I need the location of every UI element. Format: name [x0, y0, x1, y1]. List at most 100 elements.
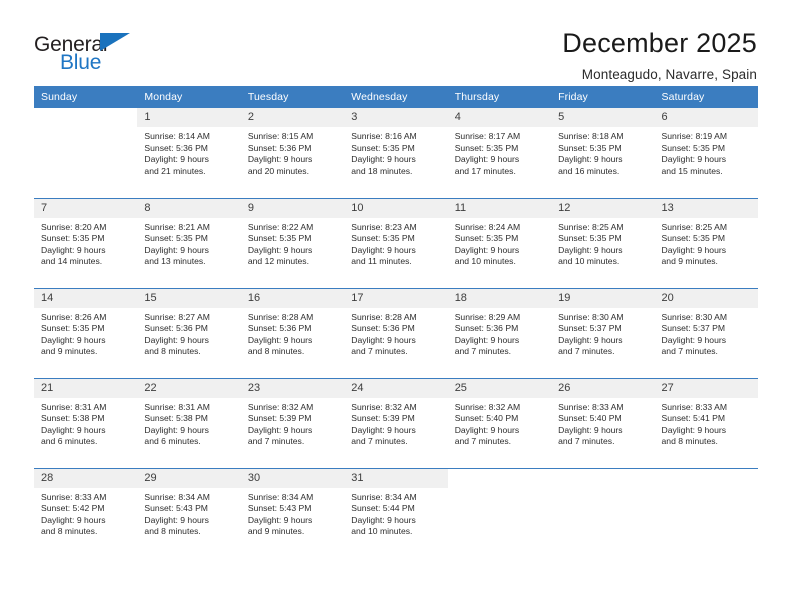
calendar-cell-day[interactable]: 28 Sunrise: 8:33 AM Sunset: 5:42 PM Dayli…	[34, 467, 138, 558]
day-number: 21	[34, 378, 138, 398]
day-number: 4	[447, 108, 552, 127]
page-title: December 2025	[562, 28, 757, 58]
logo-text-blue: Blue	[60, 51, 102, 74]
calendar-cell-day[interactable]: 3 Sunrise: 8:16 AM Sunset: 5:35 PM Daylig…	[344, 108, 448, 198]
calendar-cell-day[interactable]: 17 Sunrise: 8:28 AM Sunset: 5:36 PM Dayli…	[344, 287, 448, 378]
day-number: 24	[344, 378, 448, 398]
calendar-cell-day[interactable]: 31 Sunrise: 8:34 AM Sunset: 5:44 PM Dayli…	[344, 467, 448, 558]
calendar-cell-day[interactable]: 2 Sunrise: 8:15 AM Sunset: 5:36 PM Daylig…	[240, 108, 345, 198]
calendar-cell-day[interactable]: 7 Sunrise: 8:20 AM Sunset: 5:35 PM Daylig…	[34, 197, 138, 288]
day-sun-info: Sunrise: 8:32 AM Sunset: 5:39 PM Dayligh…	[351, 401, 417, 447]
calendar-cell-day[interactable]: 14 Sunrise: 8:26 AM Sunset: 5:35 PM Dayli…	[34, 287, 138, 378]
day-number: 13	[654, 198, 758, 218]
day-number: 9	[240, 198, 345, 218]
day-sun-info: Sunrise: 8:18 AM Sunset: 5:35 PM Dayligh…	[558, 131, 624, 176]
calendar-week-row: 28 Sunrise: 8:33 AM Sunset: 5:42 PM Dayli…	[34, 467, 758, 558]
day-number: 17	[344, 288, 448, 308]
calendar-week-row: 7 Sunrise: 8:20 AM Sunset: 5:35 PM Daylig…	[34, 197, 758, 288]
day-sun-info: Sunrise: 8:17 AM Sunset: 5:35 PM Dayligh…	[454, 131, 521, 176]
day-number: 26	[551, 378, 655, 398]
title-block: December 2025 Monteagudo, Navarre, Spain	[562, 28, 757, 82]
day-sun-info: Sunrise: 8:29 AM Sunset: 5:36 PM Dayligh…	[454, 311, 521, 357]
calendar-cell-day[interactable]: 5 Sunrise: 8:18 AM Sunset: 5:35 PM Daylig…	[551, 108, 655, 198]
page-header: General Blue December 2025 Monteagudo, N…	[0, 0, 792, 82]
day-sun-info: Sunrise: 8:33 AM Sunset: 5:42 PM Dayligh…	[41, 491, 107, 537]
weekday-header-friday: Friday	[551, 86, 655, 108]
calendar-cell-day[interactable]: 19 Sunrise: 8:30 AM Sunset: 5:37 PM Dayli…	[551, 287, 655, 378]
day-number: 10	[344, 198, 448, 218]
day-number: 14	[34, 288, 138, 308]
calendar-cell-day[interactable]: 22 Sunrise: 8:31 AM Sunset: 5:38 PM Dayli…	[137, 377, 241, 468]
day-sun-info: Sunrise: 8:34 AM Sunset: 5:43 PM Dayligh…	[247, 491, 314, 537]
day-sun-info: Sunrise: 8:26 AM Sunset: 5:35 PM Dayligh…	[41, 311, 107, 357]
weekday-header-saturday: Saturday	[654, 86, 758, 108]
day-sun-info: Sunrise: 8:31 AM Sunset: 5:38 PM Dayligh…	[144, 401, 210, 447]
day-sun-info: Sunrise: 8:23 AM Sunset: 5:35 PM Dayligh…	[351, 221, 417, 267]
calendar-cell-day[interactable]: 1 Sunrise: 8:14 AM Sunset: 5:36 PM Daylig…	[137, 108, 241, 198]
day-sun-info: Sunrise: 8:34 AM Sunset: 5:43 PM Dayligh…	[144, 491, 210, 537]
calendar-cell-day[interactable]: 9 Sunrise: 8:22 AM Sunset: 5:35 PM Daylig…	[240, 197, 345, 288]
calendar-cell-day[interactable]: 13 Sunrise: 8:25 AM Sunset: 5:35 PM Dayli…	[654, 197, 758, 288]
day-sun-info: Sunrise: 8:33 AM Sunset: 5:41 PM Dayligh…	[661, 401, 727, 447]
calendar-cell-day[interactable]: 30 Sunrise: 8:34 AM Sunset: 5:43 PM Dayli…	[240, 467, 345, 558]
day-sun-info: Sunrise: 8:21 AM Sunset: 5:35 PM Dayligh…	[144, 221, 210, 267]
calendar-cell-empty	[654, 467, 758, 558]
calendar-cell-day[interactable]: 10 Sunrise: 8:23 AM Sunset: 5:35 PM Dayli…	[344, 197, 448, 288]
day-sun-info: Sunrise: 8:34 AM Sunset: 5:44 PM Dayligh…	[351, 491, 417, 537]
day-number: 12	[551, 198, 655, 218]
location-subtitle: Monteagudo, Navarre, Spain	[581, 67, 757, 83]
day-number: 31	[344, 468, 448, 488]
calendar-cell-day[interactable]: 4 Sunrise: 8:17 AM Sunset: 5:35 PM Daylig…	[447, 108, 552, 198]
calendar-cell-day[interactable]: 24 Sunrise: 8:32 AM Sunset: 5:39 PM Dayli…	[344, 377, 448, 468]
day-number: 25	[447, 378, 552, 398]
day-number: 30	[240, 468, 345, 488]
day-sun-info: Sunrise: 8:27 AM Sunset: 5:36 PM Dayligh…	[144, 311, 210, 357]
day-sun-info: Sunrise: 8:22 AM Sunset: 5:35 PM Dayligh…	[247, 221, 314, 267]
weekday-header-tuesday: Tuesday	[240, 86, 345, 108]
weekday-header-row: Sunday Monday Tuesday Wednesday Thursday…	[34, 86, 758, 108]
day-number: 2	[240, 108, 345, 127]
calendar-week-row: 21 Sunrise: 8:31 AM Sunset: 5:38 PM Dayli…	[34, 377, 758, 468]
day-number: 7	[34, 198, 138, 218]
calendar-cell-day[interactable]: 11 Sunrise: 8:24 AM Sunset: 5:35 PM Dayli…	[447, 197, 552, 288]
day-sun-info: Sunrise: 8:32 AM Sunset: 5:40 PM Dayligh…	[454, 401, 521, 447]
triangle-icon	[100, 33, 130, 51]
calendar-cell-day[interactable]: 23 Sunrise: 8:32 AM Sunset: 5:39 PM Dayli…	[240, 377, 345, 468]
calendar-cell-day[interactable]: 29 Sunrise: 8:34 AM Sunset: 5:43 PM Dayli…	[137, 467, 241, 558]
calendar-cell-day[interactable]: 27 Sunrise: 8:33 AM Sunset: 5:41 PM Dayli…	[654, 377, 758, 468]
day-number: 8	[137, 198, 241, 218]
day-number: 27	[654, 378, 758, 398]
calendar-cell-empty	[551, 467, 655, 558]
calendar-cell-day[interactable]: 18 Sunrise: 8:29 AM Sunset: 5:36 PM Dayli…	[447, 287, 552, 378]
calendar-cell-day[interactable]: 16 Sunrise: 8:28 AM Sunset: 5:36 PM Dayli…	[240, 287, 345, 378]
day-number: 20	[654, 288, 758, 308]
day-number: 3	[344, 108, 448, 127]
day-number: 18	[447, 288, 552, 308]
calendar-cell-day[interactable]: 26 Sunrise: 8:33 AM Sunset: 5:40 PM Dayli…	[551, 377, 655, 468]
day-sun-info: Sunrise: 8:19 AM Sunset: 5:35 PM Dayligh…	[661, 131, 727, 176]
calendar-cell-day[interactable]: 20 Sunrise: 8:30 AM Sunset: 5:37 PM Dayli…	[654, 287, 758, 378]
day-number: 5	[551, 108, 655, 127]
day-number: 29	[137, 468, 241, 488]
day-number: 23	[240, 378, 345, 398]
calendar-cell-day[interactable]: 8 Sunrise: 8:21 AM Sunset: 5:35 PM Daylig…	[137, 197, 241, 288]
day-number: 22	[137, 378, 241, 398]
day-sun-info: Sunrise: 8:30 AM Sunset: 5:37 PM Dayligh…	[661, 311, 727, 357]
day-number: 15	[137, 288, 241, 308]
day-sun-info: Sunrise: 8:33 AM Sunset: 5:40 PM Dayligh…	[558, 401, 624, 447]
weekday-header-thursday: Thursday	[447, 86, 552, 108]
weekday-header-wednesday: Wednesday	[344, 86, 448, 108]
general-blue-logo[interactable]: General Blue	[34, 28, 149, 76]
day-number: 11	[447, 198, 552, 218]
calendar-page: General Blue December 2025 Monteagudo, N…	[0, 0, 792, 612]
calendar-cell-day[interactable]: 6 Sunrise: 8:19 AM Sunset: 5:35 PM Daylig…	[654, 108, 758, 198]
calendar-body: 1 Sunrise: 8:14 AM Sunset: 5:36 PM Daylig…	[34, 108, 758, 558]
day-sun-info: Sunrise: 8:15 AM Sunset: 5:36 PM Dayligh…	[247, 131, 314, 176]
day-sun-info: Sunrise: 8:28 AM Sunset: 5:36 PM Dayligh…	[247, 311, 314, 357]
weekday-header-sunday: Sunday	[34, 86, 138, 108]
calendar-cell-day[interactable]: 15 Sunrise: 8:27 AM Sunset: 5:36 PM Dayli…	[137, 287, 241, 378]
calendar-cell-day[interactable]: 25 Sunrise: 8:32 AM Sunset: 5:40 PM Dayli…	[447, 377, 552, 468]
calendar-cell-day[interactable]: 21 Sunrise: 8:31 AM Sunset: 5:38 PM Dayli…	[34, 377, 138, 468]
day-sun-info: Sunrise: 8:31 AM Sunset: 5:38 PM Dayligh…	[41, 401, 107, 447]
calendar-cell-day[interactable]: 12 Sunrise: 8:25 AM Sunset: 5:35 PM Dayli…	[551, 197, 655, 288]
